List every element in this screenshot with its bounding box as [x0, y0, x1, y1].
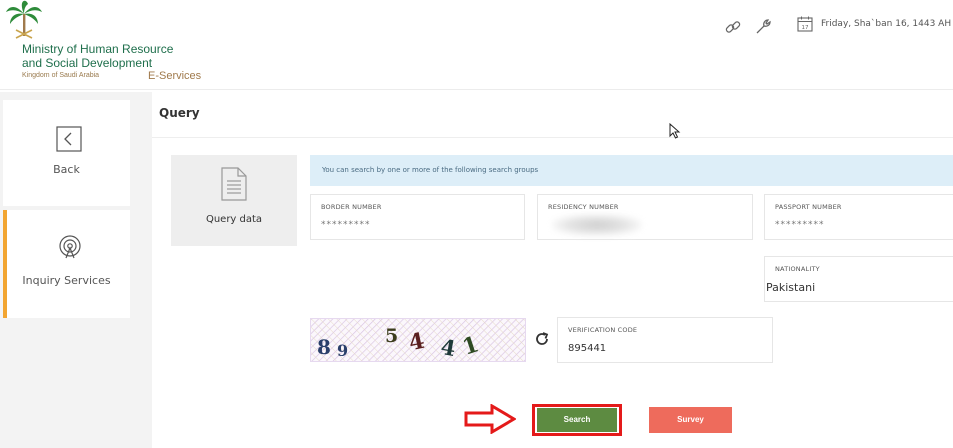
captcha-digit: 1 — [459, 331, 482, 361]
inquiry-label: Inquiry Services — [22, 274, 111, 287]
palm-logo-icon — [6, 0, 42, 39]
border-number-label: BORDER NUMBER — [321, 203, 382, 211]
date-display: 17 Friday, Sha`ban 16, 1443 AH | Mar — [797, 16, 953, 32]
page-title: Query — [159, 106, 200, 120]
blurred-value — [552, 214, 642, 236]
refresh-icon[interactable] — [534, 331, 550, 347]
search-button[interactable]: Search — [537, 408, 617, 432]
svg-text:17: 17 — [802, 25, 809, 31]
info-message: You can search by one or more of the fol… — [310, 155, 953, 186]
captcha-digit: 5 — [385, 325, 399, 347]
divider — [152, 137, 953, 138]
calendar-icon: 17 — [797, 16, 813, 32]
verification-code-field[interactable]: VERIFICATION CODE 895441 — [557, 317, 773, 363]
border-number-field[interactable]: BORDER NUMBER ********* — [310, 194, 525, 240]
arrow-right-icon — [464, 404, 516, 434]
nationality-value: Pakistani — [766, 281, 816, 294]
eservices-label: E-Services — [148, 70, 202, 82]
broadcast-icon — [59, 235, 81, 259]
survey-button[interactable]: Survey — [649, 407, 732, 433]
document-icon — [221, 167, 247, 201]
chevron-left-icon — [56, 126, 82, 152]
ministry-line2: and Social Development — [22, 56, 153, 70]
date-text: Friday, Sha`ban 16, 1443 AH | Mar — [821, 19, 953, 29]
back-button[interactable]: Back — [3, 100, 130, 206]
captcha-digit: 4 — [438, 333, 458, 362]
passport-number-label: PASSPORT NUMBER — [775, 203, 842, 211]
verification-code-value: 895441 — [568, 343, 607, 354]
wrench-icon[interactable] — [754, 18, 772, 36]
ministry-line1: Ministry of Human Resource — [22, 42, 174, 56]
sidebar-item-inquiry-services[interactable]: Inquiry Services — [3, 210, 130, 318]
mouse-cursor-icon — [669, 123, 681, 139]
query-data-label: Query data — [205, 214, 263, 225]
top-header: Ministry of Human Resource and Social De… — [0, 0, 953, 90]
residency-number-label: RESIDENCY NUMBER — [548, 203, 619, 211]
passport-number-value: ********* — [775, 220, 825, 230]
query-data-tab[interactable]: Query data — [171, 155, 297, 246]
link-icon[interactable] — [724, 18, 742, 36]
nationality-select[interactable]: NATIONALITY — [764, 256, 953, 302]
captcha-image: 8 9 5 4 4 1 — [310, 318, 526, 362]
captcha-digit: 9 — [337, 341, 349, 360]
captcha-digit: 4 — [406, 327, 427, 357]
back-label: Back — [53, 163, 80, 176]
nationality-label: NATIONALITY — [775, 265, 820, 273]
captcha-digits: 8 9 5 4 4 1 — [311, 319, 525, 361]
passport-number-field[interactable]: PASSPORT NUMBER ********* — [764, 194, 953, 240]
border-number-value: ********* — [321, 220, 371, 230]
captcha-digit: 8 — [317, 335, 331, 359]
verification-code-label: VERIFICATION CODE — [568, 326, 638, 334]
